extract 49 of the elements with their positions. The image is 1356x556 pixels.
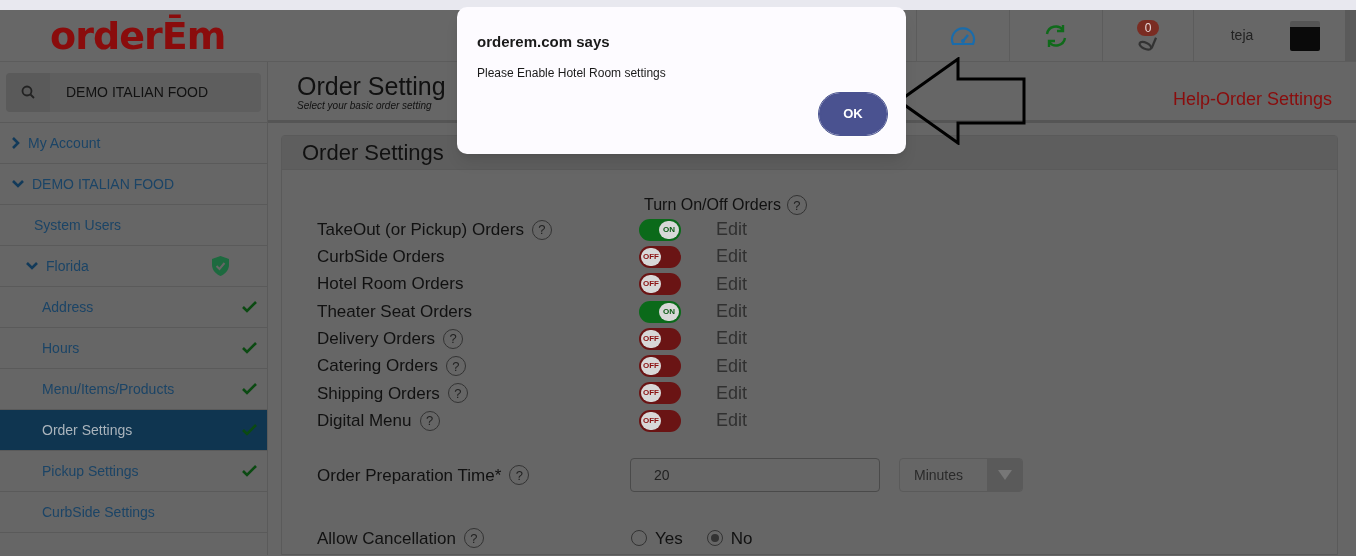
order-type-label: Digital Menu — [317, 409, 412, 432]
radio-label: No — [730, 527, 753, 550]
order-type-label: CurbSide Orders — [317, 246, 445, 269]
ok-button[interactable]: OK — [819, 93, 887, 135]
sidebar-item[interactable]: Hours — [0, 328, 267, 369]
sidebar-item[interactable]: Address — [0, 287, 267, 328]
unit-dropdown[interactable]: Minutes — [899, 458, 1023, 493]
caret-icon — [997, 470, 1012, 481]
sidebar-item[interactable]: DEMO ITALIAN FOOD — [0, 164, 267, 205]
sidebar-item[interactable]: My Account — [0, 123, 267, 164]
logo: orderĒm — [50, 16, 226, 55]
toggle-switch[interactable]: OFF — [639, 327, 681, 350]
sidebar-item[interactable]: System Users — [0, 205, 267, 246]
page-subtitle: Select your basic order setting — [297, 101, 432, 111]
sidebar-item[interactable]: Florida — [0, 246, 267, 287]
search-icon — [21, 85, 35, 99]
column-header: Turn On/Off Orders — [644, 195, 781, 215]
sidebar-item[interactable]: Order Settings — [0, 410, 267, 451]
radio-label: Yes — [655, 527, 683, 550]
toggle-switch[interactable]: ON — [639, 300, 681, 323]
page-title: Order Setting — [297, 71, 446, 101]
toggle-switch[interactable]: OFF — [639, 245, 681, 268]
order-type-label: Shipping Orders — [317, 382, 440, 405]
toggle-switch[interactable]: OFF — [639, 355, 681, 378]
bell-icon[interactable] — [1137, 35, 1159, 52]
user-avatar[interactable] — [1290, 20, 1320, 51]
field-label: Allow Cancellation — [317, 527, 456, 550]
order-type-label: Hotel Room Orders — [317, 273, 464, 296]
order-type-label: Delivery Orders — [317, 328, 436, 351]
toggle-switch[interactable]: OFF — [639, 273, 681, 296]
preparation-time-field[interactable]: 20 — [630, 458, 880, 493]
scrollbar[interactable] — [1345, 10, 1356, 61]
help-link[interactable]: Help-Order Settings — [1172, 86, 1332, 113]
field-label: Order Preparation Time* — [317, 464, 502, 487]
notification-badge: 0 — [1137, 19, 1159, 36]
toggle-switch[interactable]: OFF — [639, 382, 681, 405]
order-type-label: Theater Seat Orders — [317, 300, 472, 323]
sidebar-item[interactable]: Pickup Settings — [0, 451, 267, 492]
user-name[interactable]: teja — [1230, 25, 1254, 46]
toggle-switch[interactable]: OFF — [639, 409, 681, 432]
toggle-switch[interactable]: ON — [639, 218, 681, 241]
order-type-label: Catering Orders — [317, 355, 438, 378]
refresh-icon[interactable] — [1043, 22, 1069, 49]
order-type-label: TakeOut (or Pickup) Orders — [317, 218, 524, 241]
sidebar-item[interactable]: CurbSide Settings — [0, 492, 267, 533]
panel-title: Order Settings — [302, 139, 444, 167]
search-field[interactable]: DEMO ITALIAN FOOD — [50, 72, 261, 112]
dialog-title: orderem.com says — [477, 32, 611, 52]
dialog-message: Please Enable Hotel Room settings — [477, 64, 667, 82]
